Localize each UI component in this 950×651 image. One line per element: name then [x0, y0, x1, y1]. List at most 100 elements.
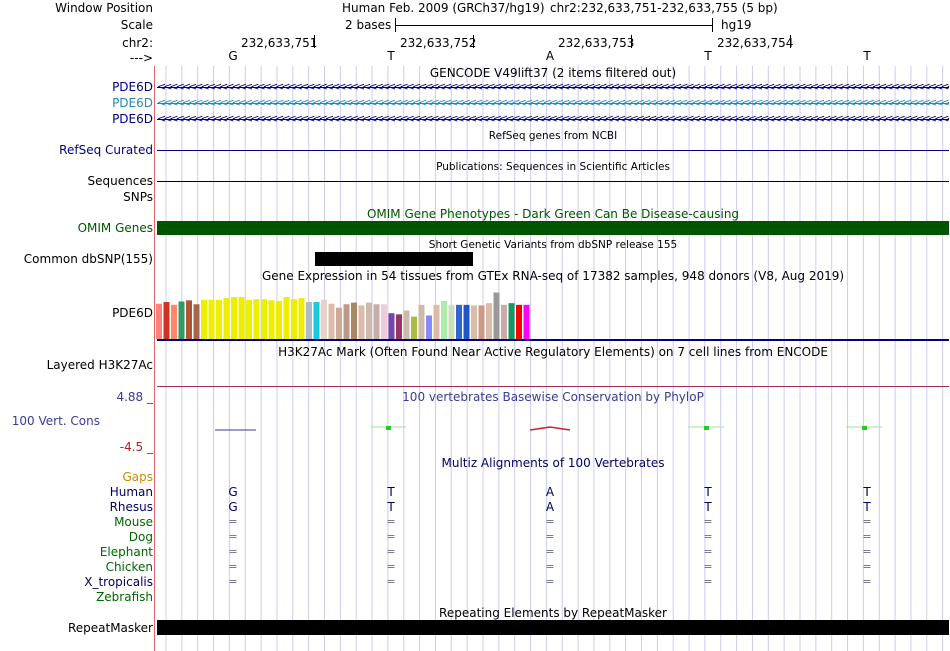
refseq-line[interactable] — [157, 150, 949, 151]
h3k27ac-signal-line[interactable] — [157, 386, 949, 387]
gtex-tissue-bar[interactable] — [313, 302, 320, 339]
gtex-tissue-bar[interactable] — [336, 307, 342, 339]
gtex-tissue-bar[interactable] — [178, 301, 185, 339]
gtex-tissue-bar[interactable] — [171, 304, 177, 339]
gtex-tissue-bar[interactable] — [493, 292, 500, 339]
gencode-transcript[interactable]: <<<<<<<<<<<<<<<<<<<<<<<<<<<<<<<<<<<<<<<<… — [157, 96, 949, 110]
species-label[interactable]: Dog — [129, 530, 153, 544]
gtex-tissue-bar[interactable] — [253, 299, 260, 339]
h3k27ac-label[interactable]: Layered H3K27Ac — [47, 358, 153, 372]
gtex-tissue-bar[interactable] — [388, 313, 395, 339]
gtex-tissue-bar[interactable] — [381, 304, 387, 339]
repeatmasker-label[interactable]: RepeatMasker — [68, 621, 153, 635]
gencode-item-label[interactable]: PDE6D — [112, 112, 153, 126]
phylop-track-title[interactable]: 100 vertebrates Basewise Conservation by… — [156, 390, 950, 404]
gtex-tissue-bar[interactable] — [366, 302, 372, 339]
omim-label[interactable]: OMIM Genes — [78, 221, 153, 235]
gtex-tissue-bar[interactable] — [418, 304, 425, 339]
gtex-tissue-bar[interactable] — [471, 305, 477, 339]
phylop-signal[interactable] — [156, 420, 950, 436]
gtex-tissue-bar[interactable] — [448, 304, 455, 339]
gtex-tissue-bar[interactable] — [463, 304, 470, 339]
gtex-tissue-bar[interactable] — [501, 304, 507, 339]
dbsnp-variant[interactable] — [315, 252, 473, 266]
gtex-tissue-bar[interactable] — [201, 299, 207, 339]
repeatmasker-bar[interactable] — [157, 620, 949, 635]
gtex-tissue-bar[interactable] — [441, 300, 447, 339]
gtex-bar-chart[interactable] — [156, 283, 556, 339]
gtex-tissue-bar[interactable] — [306, 302, 312, 339]
gencode-intron-line — [157, 103, 949, 104]
species-label[interactable]: Mouse — [114, 515, 153, 529]
gtex-tissue-bar[interactable] — [283, 297, 290, 339]
species-label[interactable]: Zebrafish — [96, 590, 153, 604]
gtex-tissue-bar[interactable] — [231, 297, 237, 339]
species-label[interactable]: Chicken — [106, 560, 153, 574]
gtex-tissue-bar[interactable] — [223, 298, 230, 339]
gtex-tissue-bar[interactable] — [343, 304, 350, 339]
repeatmasker-track-title[interactable]: Repeating Elements by RepeatMasker — [156, 606, 950, 620]
gencode-transcript[interactable]: <<<<<<<<<<<<<<<<<<<<<<<<<<<<<<<<<<<<<<<<… — [157, 112, 949, 126]
gtex-tissue-bar[interactable] — [261, 299, 267, 339]
gencode-item-label[interactable]: PDE6D — [112, 80, 153, 94]
publications-track-title[interactable]: Publications: Sequences in Scientific Ar… — [156, 160, 950, 174]
omim-track-title[interactable]: OMIM Gene Phenotypes - Dark Green Can Be… — [156, 207, 950, 221]
sequences-line[interactable] — [157, 181, 949, 182]
coord-label: 232,633,752 — [400, 36, 477, 50]
gtex-tissue-bar[interactable] — [321, 299, 327, 339]
gtex-tissue-bar[interactable] — [328, 303, 335, 339]
gtex-gene-label[interactable]: PDE6D — [112, 306, 153, 320]
refseq-label[interactable]: RefSeq Curated — [59, 143, 153, 157]
gencode-track-title[interactable]: GENCODE V49lift37 (2 items filtered out) — [156, 66, 950, 80]
gencode-item-label[interactable]: PDE6D — [112, 96, 153, 110]
gtex-tissue-bar[interactable] — [403, 310, 410, 339]
gtex-tissue-bar[interactable] — [358, 305, 365, 339]
gtex-tissue-bar[interactable] — [433, 304, 440, 339]
gtex-tissue-bar[interactable] — [186, 300, 192, 339]
gtex-tissue-bar[interactable] — [216, 299, 222, 339]
gtex-tissue-bar[interactable] — [193, 304, 200, 339]
gtex-tissue-bar[interactable] — [246, 299, 252, 339]
gtex-track-title[interactable]: Gene Expression in 54 tissues from GTEx … — [156, 269, 950, 283]
alignment-base: = — [545, 545, 555, 558]
gtex-tissue-bar[interactable] — [373, 304, 380, 339]
omim-gene-bar[interactable] — [157, 221, 949, 235]
coord-tick — [314, 35, 315, 48]
gtex-tissue-bar[interactable] — [456, 304, 462, 339]
dbsnp-label[interactable]: Common dbSNP(155) — [24, 252, 153, 266]
gtex-tissue-bar[interactable] — [208, 299, 215, 339]
h3k27ac-track-title[interactable]: H3K27Ac Mark (Often Found Near Active Re… — [156, 345, 950, 359]
gaps-label[interactable]: Gaps — [122, 470, 153, 484]
gtex-tissue-bar[interactable] — [163, 302, 170, 339]
snps-label[interactable]: SNPs — [123, 190, 153, 204]
strand-label: ---> — [129, 51, 153, 65]
gtex-tissue-bar[interactable] — [523, 304, 530, 339]
gtex-tissue-bar[interactable] — [426, 315, 432, 339]
gtex-tissue-bar[interactable] — [508, 303, 515, 339]
gtex-tissue-bar[interactable] — [351, 302, 357, 339]
gtex-tissue-bar[interactable] — [268, 300, 275, 339]
multiz-track-title[interactable]: Multiz Alignments of 100 Vertebrates — [156, 456, 950, 470]
species-label[interactable]: Elephant — [100, 545, 153, 559]
gtex-tissue-bar[interactable] — [396, 314, 402, 339]
sequences-label[interactable]: Sequences — [88, 174, 153, 188]
species-label[interactable]: Rhesus — [110, 500, 153, 514]
dbsnp-track-title[interactable]: Short Genetic Variants from dbSNP releas… — [156, 238, 950, 252]
gtex-tissue-bar[interactable] — [291, 299, 297, 339]
gtex-tissue-bar[interactable] — [516, 304, 522, 339]
gencode-transcript[interactable]: <<<<<<<<<<<<<<<<<<<<<<<<<<<<<<<<<<<<<<<<… — [157, 80, 949, 94]
gtex-tissue-bar[interactable] — [276, 300, 282, 339]
refseq-track-title[interactable]: RefSeq genes from NCBI — [156, 129, 950, 143]
gtex-tissue-bar[interactable] — [478, 305, 485, 339]
alignment-base: = — [703, 560, 713, 573]
gtex-tissue-bar[interactable] — [156, 303, 162, 339]
gtex-tissue-bar[interactable] — [298, 298, 305, 339]
gtex-tissue-bar[interactable] — [411, 316, 417, 339]
species-label[interactable]: X_tropicalis — [84, 575, 153, 589]
alignment-base: = — [386, 575, 396, 588]
gtex-tissue-bar[interactable] — [486, 303, 492, 339]
scale-bar — [395, 18, 713, 32]
species-label[interactable]: Human — [110, 485, 153, 499]
phylop-label[interactable]: 100 Vert. Cons — [12, 414, 100, 428]
gtex-tissue-bar[interactable] — [238, 297, 245, 339]
